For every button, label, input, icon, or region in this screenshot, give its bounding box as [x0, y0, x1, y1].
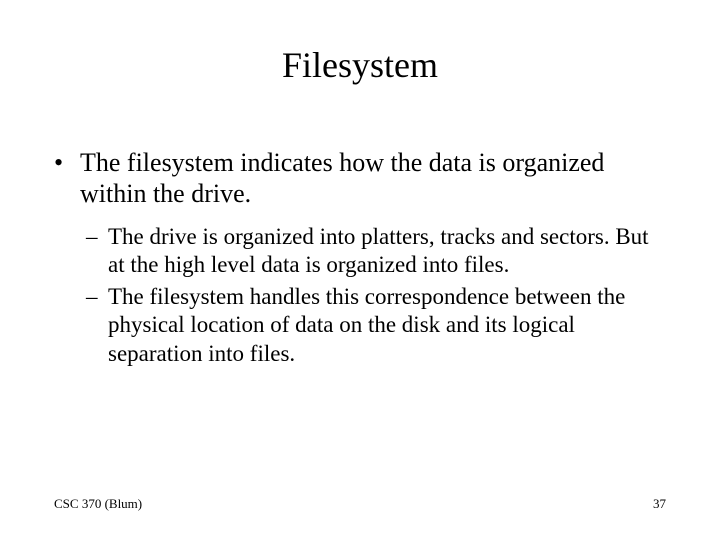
footer-course: CSC 370 (Blum)	[54, 496, 142, 512]
bullet-text: The filesystem handles this corresponden…	[108, 283, 666, 367]
bullet-level2: – The filesystem handles this correspond…	[86, 283, 666, 367]
slide-title: Filesystem	[0, 44, 720, 86]
bullet-dash-icon: –	[86, 283, 108, 367]
bullet-text: The drive is organized into platters, tr…	[108, 223, 666, 279]
sub-bullets: – The drive is organized into platters, …	[86, 223, 666, 367]
footer-page-number: 37	[653, 496, 666, 512]
slide: Filesystem • The filesystem indicates ho…	[0, 0, 720, 540]
slide-body: • The filesystem indicates how the data …	[54, 148, 666, 372]
bullet-level2: – The drive is organized into platters, …	[86, 223, 666, 279]
bullet-dash-icon: –	[86, 223, 108, 279]
bullet-dot-icon: •	[54, 148, 80, 209]
bullet-text: The filesystem indicates how the data is…	[80, 148, 666, 209]
bullet-level1: • The filesystem indicates how the data …	[54, 148, 666, 209]
